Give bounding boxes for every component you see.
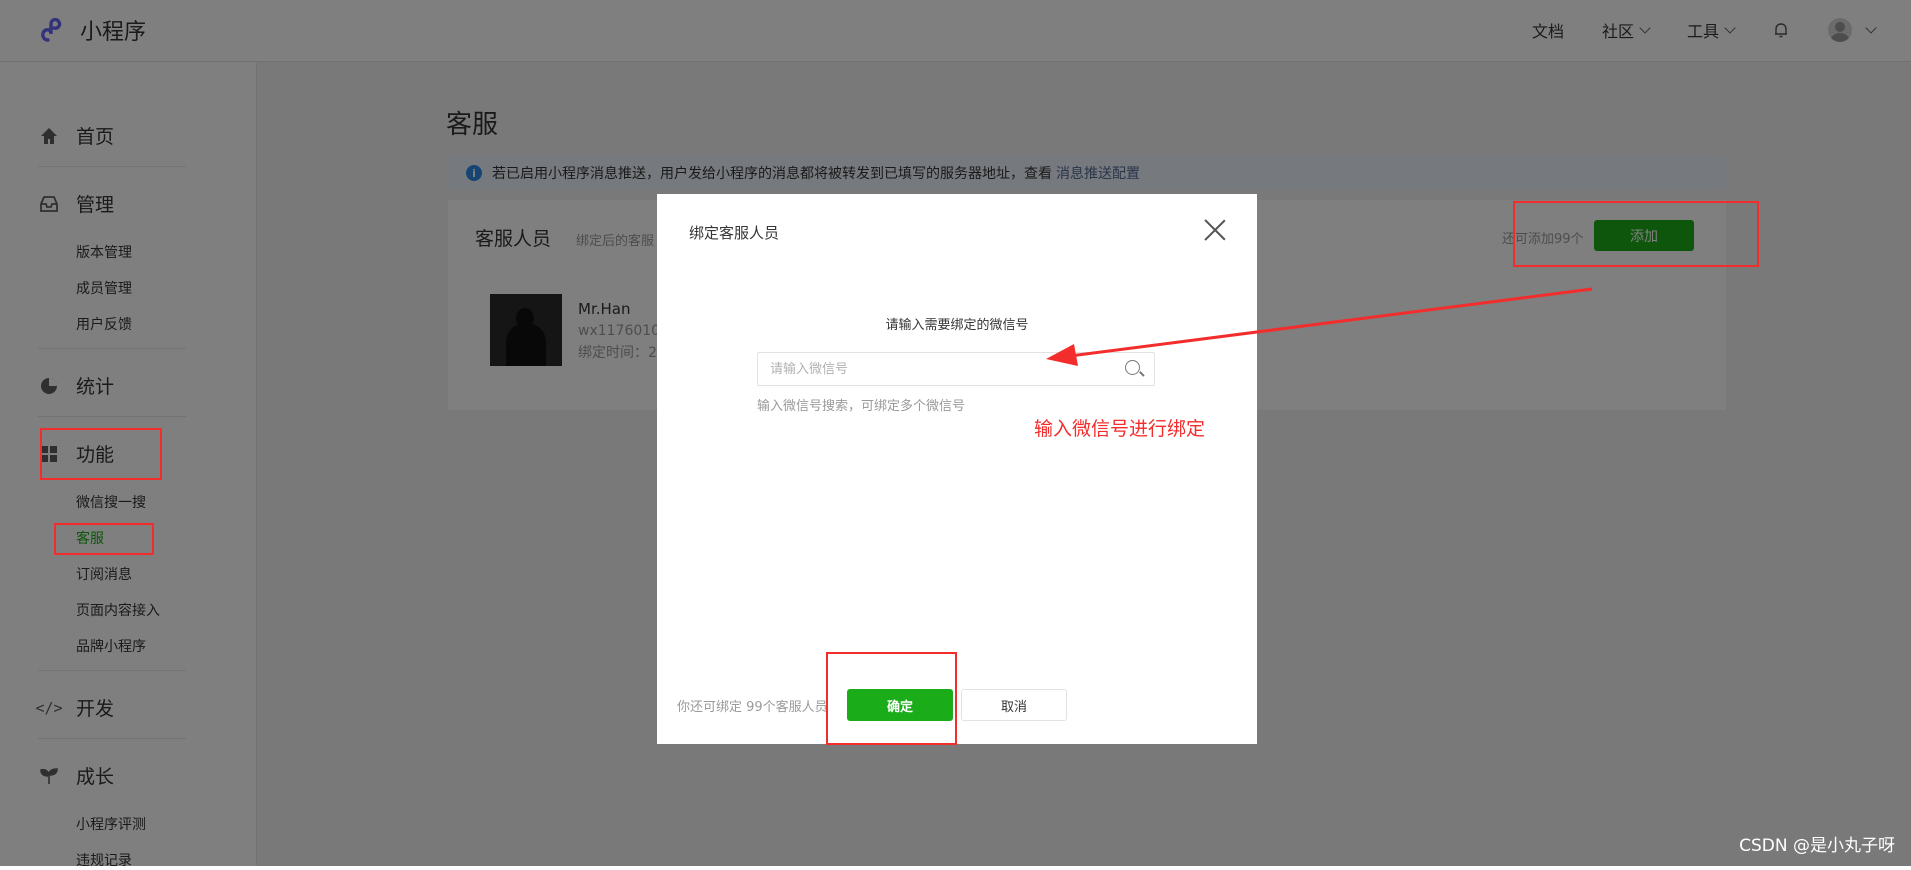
watermark: CSDN @是小丸子呀: [1739, 836, 1895, 856]
close-icon[interactable]: [1203, 218, 1227, 242]
dialog-remaining-text: 你还可绑定 99个客服人员: [677, 700, 828, 715]
wechat-id-field: [757, 352, 1155, 386]
annotation-text: 输入微信号进行绑定: [1034, 418, 1206, 440]
cancel-button[interactable]: 取消: [961, 689, 1067, 721]
annotation-box-confirm: [826, 652, 957, 745]
annotation-box-features: [40, 428, 162, 480]
wechat-id-input[interactable]: [768, 360, 1124, 378]
dialog-title: 绑定客服人员: [689, 224, 780, 242]
dialog-hint: 输入微信号搜索，可绑定多个微信号: [757, 399, 966, 414]
annotation-box-customer-service: [54, 523, 154, 555]
dialog-label: 请输入需要绑定的微信号: [885, 318, 1029, 333]
search-icon[interactable]: [1124, 359, 1144, 379]
annotation-box-add: [1513, 201, 1759, 267]
bind-dialog: 绑定客服人员 请输入需要绑定的微信号 输入微信号搜索，可绑定多个微信号 你还可绑…: [657, 194, 1257, 744]
